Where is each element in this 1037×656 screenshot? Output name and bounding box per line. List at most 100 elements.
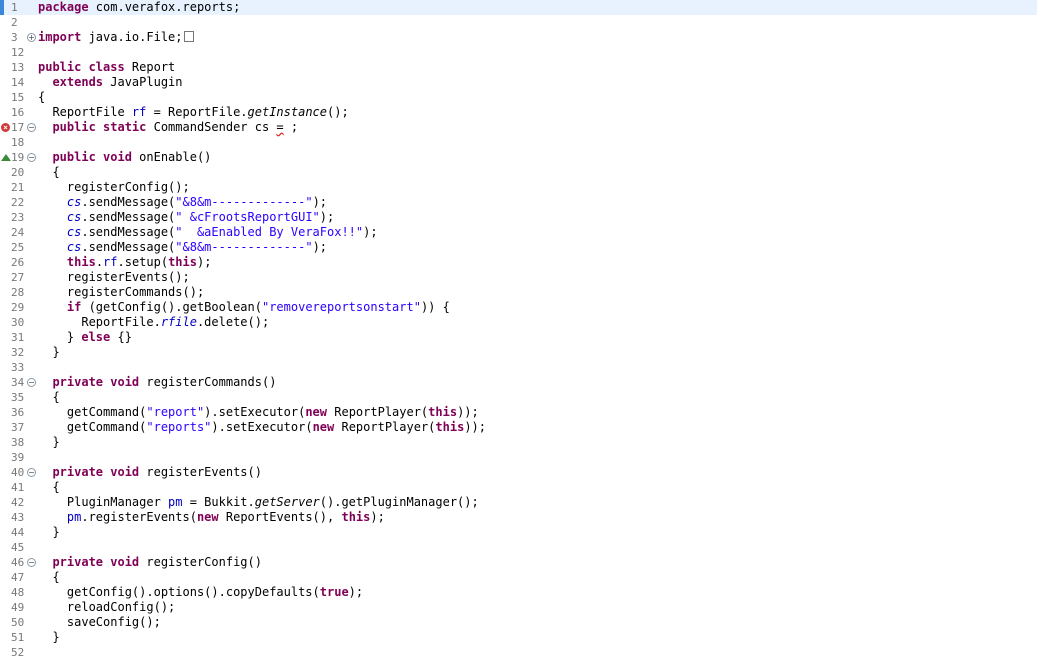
code-line[interactable]: 23 cs.sendMessage(" &cFrootsReportGUI");: [0, 210, 1037, 225]
code-field: rf: [103, 255, 118, 269]
collapse-fold-icon[interactable]: −: [27, 378, 36, 387]
code-line[interactable]: 31 } else {}: [0, 330, 1037, 345]
code-line[interactable]: 19− public void onEnable(): [0, 150, 1037, 165]
collapse-fold-icon[interactable]: −: [27, 468, 36, 477]
code-line[interactable]: 49 reloadConfig();: [0, 600, 1037, 615]
code-text: pm.registerEvents(new ReportEvents(), th…: [38, 510, 385, 525]
code-line[interactable]: 1 package com.verafox.reports;: [0, 0, 1037, 15]
line-number: 47: [11, 571, 25, 584]
code-line[interactable]: 18: [0, 135, 1037, 150]
code-line[interactable]: 36 getCommand("report").setExecutor(new …: [0, 405, 1037, 420]
line-number: 39: [11, 451, 25, 464]
collapse-fold-icon[interactable]: −: [27, 123, 36, 132]
code-line[interactable]: 37 getCommand("reports").setExecutor(new…: [0, 420, 1037, 435]
code-static-field: rfile: [160, 315, 197, 329]
code-line[interactable]: 25 cs.sendMessage("&8&m-------------");: [0, 240, 1037, 255]
line-gutter: 30: [0, 315, 34, 330]
expand-fold-icon[interactable]: +: [27, 33, 36, 42]
line-number: 15: [11, 91, 25, 104]
error-icon[interactable]: ×: [1, 123, 10, 132]
code-line[interactable]: 45: [0, 540, 1037, 555]
line-number: 13: [11, 61, 25, 74]
code-keyword: extends: [52, 75, 104, 89]
code-text: {: [38, 480, 59, 495]
code-field: pm: [168, 495, 183, 509]
code-line[interactable]: 34− private void registerCommands(): [0, 375, 1037, 390]
code-editor[interactable]: 1 package com.verafox.reports; 2 3 + import j…: [0, 0, 1037, 656]
code-line[interactable]: 15 {: [0, 90, 1037, 105]
code-token: ReportEvents(),: [218, 510, 342, 524]
code-line[interactable]: 32 }: [0, 345, 1037, 360]
folded-code-indicator[interactable]: [183, 31, 194, 42]
code-line[interactable]: 44 }: [0, 525, 1037, 540]
code-line[interactable]: 21 registerConfig();: [0, 180, 1037, 195]
code-line[interactable]: 13 public class Report: [0, 60, 1037, 75]
code-text: reloadConfig();: [38, 600, 175, 615]
code-text: extends JavaPlugin: [38, 75, 182, 90]
code-line[interactable]: 35 {: [0, 390, 1037, 405]
code-line[interactable]: 22 cs.sendMessage("&8&m-------------");: [0, 195, 1037, 210]
code-line[interactable]: 42 PluginManager pm = Bukkit.getServer()…: [0, 495, 1037, 510]
collapse-fold-icon[interactable]: −: [27, 153, 36, 162]
code-token: onEnable(): [131, 150, 212, 164]
code-line[interactable]: 12: [0, 45, 1037, 60]
code-token: PluginManager: [38, 495, 169, 509]
code-token: registerCommands();: [38, 285, 205, 299]
line-gutter: × 17−: [0, 120, 36, 135]
code-line[interactable]: 46− private void registerConfig(): [0, 555, 1037, 570]
code-line[interactable]: 38 }: [0, 435, 1037, 450]
code-static-field: cs: [66, 240, 82, 254]
code-line[interactable]: 20 {: [0, 165, 1037, 180]
line-gutter: 14: [0, 75, 34, 90]
code-line[interactable]: 14 extends JavaPlugin: [0, 75, 1037, 90]
code-token: .registerEvents(: [81, 510, 197, 524]
code-token: registerEvents(): [139, 465, 262, 479]
code-text: getCommand("report").setExecutor(new Rep…: [38, 405, 479, 420]
code-line[interactable]: 27 registerEvents();: [0, 270, 1037, 285]
code-token: ReportPlayer(: [334, 420, 436, 434]
code-text: import java.io.File;: [38, 30, 194, 45]
code-line[interactable]: 24 cs.sendMessage(" &aEnabled By VeraFox…: [0, 225, 1037, 240]
code-line[interactable]: 33: [0, 360, 1037, 375]
collapse-fold-icon[interactable]: −: [27, 558, 36, 567]
code-token: reloadConfig();: [38, 600, 176, 614]
code-line[interactable]: 43 pm.registerEvents(new ReportEvents(),…: [0, 510, 1037, 525]
code-token: .sendMessage(: [81, 240, 176, 254]
code-token: {: [38, 570, 60, 584]
code-line[interactable]: 29 if (getConfig().getBoolean("removerep…: [0, 300, 1037, 315]
code-line[interactable]: 16 ReportFile rf = ReportFile.getInstanc…: [0, 105, 1037, 120]
code-line[interactable]: 26 this.rf.setup(this);: [0, 255, 1037, 270]
code-keyword: if: [66, 300, 82, 314]
code-line[interactable]: 51 }: [0, 630, 1037, 645]
line-number: 23: [11, 211, 25, 224]
line-gutter: 24: [0, 225, 34, 240]
code-line[interactable]: 52: [0, 645, 1037, 656]
code-line[interactable]: 39: [0, 450, 1037, 465]
line-number: 52: [11, 646, 25, 656]
code-line[interactable]: 30 ReportFile.rfile.delete();: [0, 315, 1037, 330]
code-line[interactable]: 2: [0, 15, 1037, 30]
code-line[interactable]: 41 {: [0, 480, 1037, 495]
code-line[interactable]: 40− private void registerEvents(): [0, 465, 1037, 480]
code-line[interactable]: × 17− public static CommandSender cs = ;: [0, 120, 1037, 135]
line-number: 26: [11, 256, 25, 269]
code-line[interactable]: 48 getConfig().options().copyDefaults(tr…: [0, 585, 1037, 600]
code-token: ().getPluginManager();: [319, 495, 479, 509]
code-line[interactable]: 50 saveConfig();: [0, 615, 1037, 630]
code-keyword: else: [81, 330, 111, 344]
code-line[interactable]: 3 + import java.io.File;: [0, 30, 1037, 45]
code-line[interactable]: 28 registerCommands();: [0, 285, 1037, 300]
code-token: );: [348, 585, 364, 599]
code-token: registerEvents();: [38, 270, 190, 284]
code-token: registerConfig(): [139, 555, 262, 569]
line-number: 18: [11, 136, 25, 149]
line-number: 41: [11, 481, 25, 494]
code-keyword: private void: [52, 375, 140, 389]
override-icon[interactable]: [1, 154, 11, 161]
code-token: }: [38, 345, 60, 359]
code-field: rf: [131, 105, 147, 119]
code-line[interactable]: 47 {: [0, 570, 1037, 585]
